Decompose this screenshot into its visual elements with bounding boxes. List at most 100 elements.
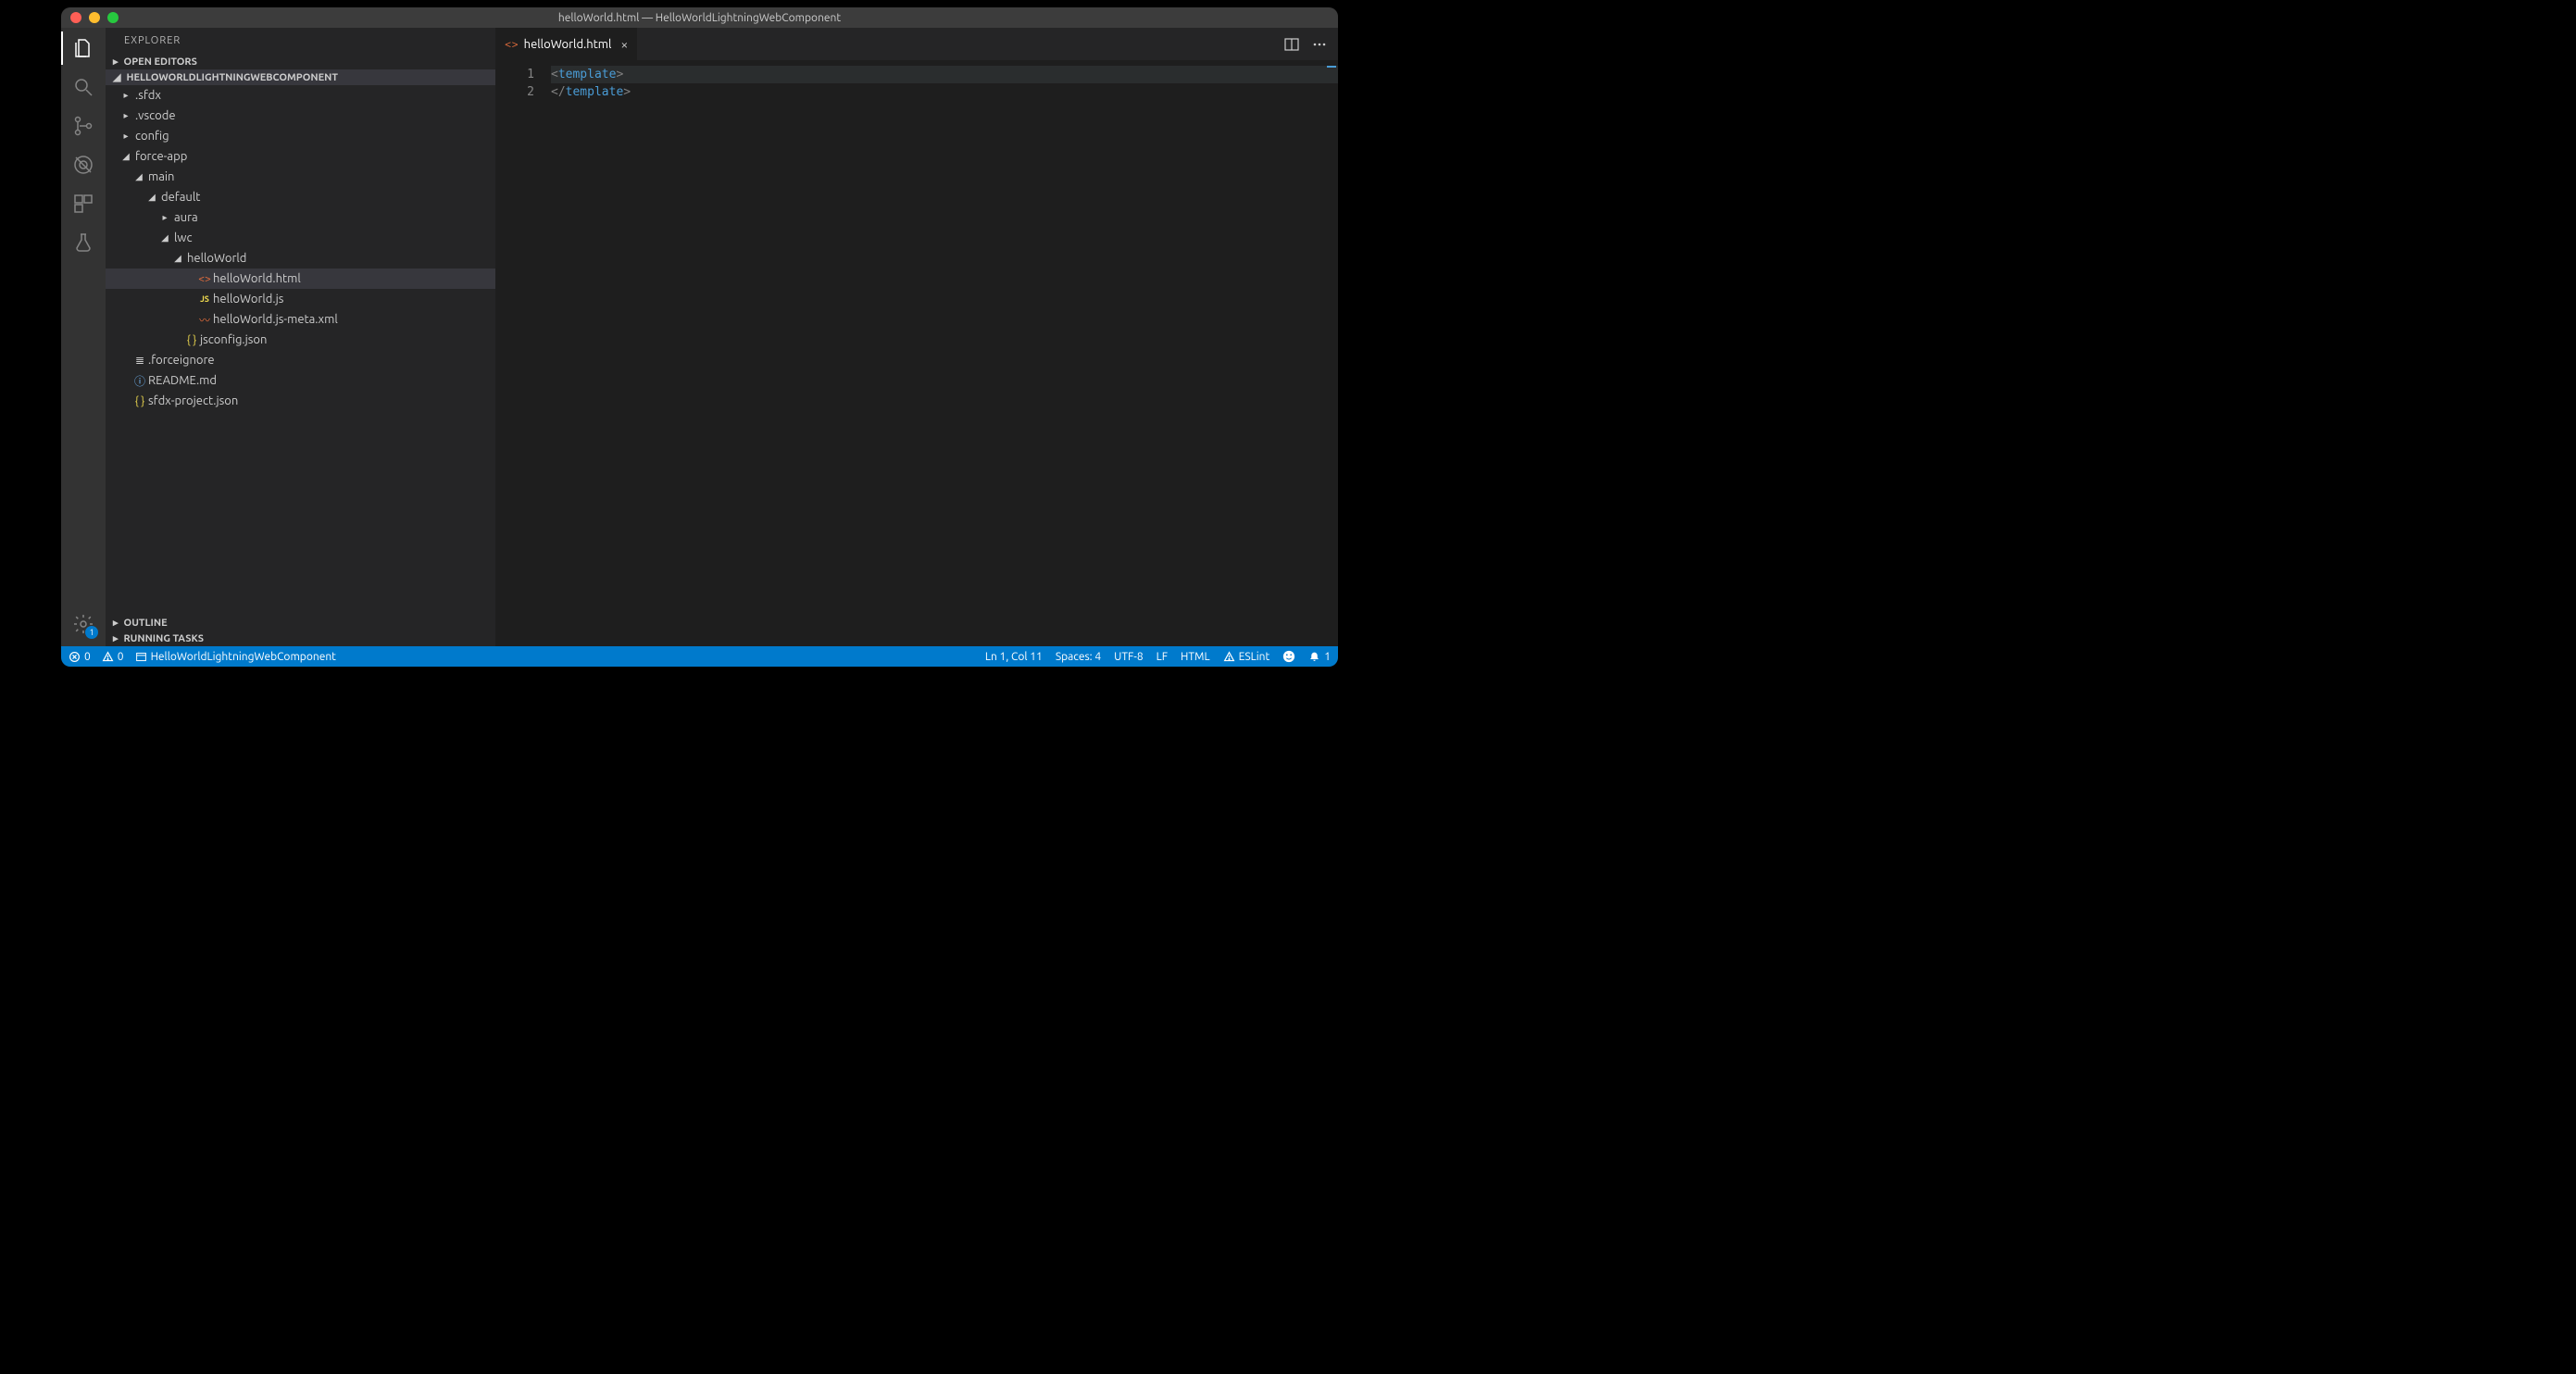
- twisty-icon: ◢: [133, 171, 144, 182]
- status-bar: 0 0 HelloWorldLightningWebComponent Ln 1…: [61, 646, 1338, 667]
- outline-section[interactable]: ▸ OUTLINE: [106, 615, 495, 631]
- editor-group: <> helloWorld.html × 12 <template></temp…: [495, 28, 1338, 646]
- status-feedback-icon[interactable]: [1282, 650, 1295, 663]
- tree-row[interactable]: ≣.forceignore: [106, 350, 495, 370]
- status-project-label: HelloWorldLightningWebComponent: [151, 651, 336, 663]
- tree-row[interactable]: JShelloWorld.js: [106, 289, 495, 309]
- info-file-icon: ⓘ: [131, 373, 148, 389]
- tree-row[interactable]: <>helloWorld.html: [106, 269, 495, 289]
- open-editors-label: OPEN EDITORS: [124, 56, 197, 68]
- workbench-body: 1 EXPLORER ▸ OPEN EDITORS ◢ HELLOWORLDLI…: [61, 28, 1338, 646]
- running-tasks-section[interactable]: ▸ RUNNING TASKS: [106, 631, 495, 646]
- maximize-window-button[interactable]: [107, 12, 119, 23]
- text-file-icon: ≣: [131, 354, 148, 367]
- twisty-icon: ◢: [172, 253, 183, 264]
- editor-tab[interactable]: <> helloWorld.html ×: [495, 28, 637, 60]
- chevron-right-icon: ▸: [113, 632, 119, 644]
- status-warnings[interactable]: 0: [102, 651, 124, 663]
- tree-row[interactable]: ◢ default: [106, 187, 495, 207]
- line-number: 2: [495, 83, 534, 101]
- settings-gear-icon[interactable]: 1: [70, 611, 96, 637]
- tree-row-label: jsconfig.json: [200, 333, 267, 346]
- tree-row[interactable]: ⓘREADME.md: [106, 370, 495, 391]
- status-errors[interactable]: 0: [69, 651, 91, 663]
- tree-row[interactable]: ▸ aura: [106, 207, 495, 228]
- tree-row[interactable]: ▸.vscode: [106, 106, 495, 126]
- tree-row-label: helloWorld.js: [213, 293, 283, 306]
- status-eslint[interactable]: ESLint: [1223, 650, 1270, 663]
- status-encoding[interactable]: UTF-8: [1114, 650, 1143, 663]
- html-file-icon: <>: [196, 273, 213, 285]
- code-lines[interactable]: <template></template>: [551, 66, 1338, 646]
- chevron-right-icon: ▸: [113, 56, 119, 68]
- warnings-count: 0: [118, 651, 124, 663]
- explorer-sidebar: EXPLORER ▸ OPEN EDITORS ◢ HELLOWORLDLIGH…: [106, 28, 495, 646]
- search-view-icon[interactable]: [70, 74, 96, 100]
- chevron-right-icon: ▸: [113, 617, 119, 629]
- xml-file-icon: 〰: [196, 312, 213, 328]
- close-window-button[interactable]: [70, 12, 81, 23]
- editor-tabs: <> helloWorld.html ×: [495, 28, 1338, 60]
- tree-row-label: .forceignore: [148, 354, 215, 367]
- split-editor-icon[interactable]: [1284, 37, 1299, 52]
- status-eol[interactable]: LF: [1157, 650, 1168, 663]
- vscode-window: helloWorld.html — HelloWorldLightningWeb…: [61, 7, 1338, 667]
- debug-view-icon[interactable]: [70, 152, 96, 178]
- tree-row-label: .sfdx: [135, 89, 161, 102]
- explorer-view-icon[interactable]: [70, 35, 96, 61]
- tree-row-label: main: [148, 170, 174, 183]
- tree-row-label: aura: [174, 211, 198, 224]
- js-file-icon: JS: [196, 294, 213, 304]
- tree-row-label: config: [135, 130, 169, 143]
- status-spaces[interactable]: Spaces: 4: [1056, 650, 1101, 663]
- extensions-view-icon[interactable]: [70, 191, 96, 217]
- notifications-count: 1: [1324, 651, 1331, 663]
- tree-row[interactable]: 〰helloWorld.js-meta.xml: [106, 309, 495, 330]
- tree-row[interactable]: ◢ lwc: [106, 228, 495, 248]
- status-notifications[interactable]: 1: [1308, 650, 1331, 663]
- tree-row-label: lwc: [174, 231, 193, 244]
- tree-row[interactable]: ▸.sfdx: [106, 85, 495, 106]
- status-ln-col[interactable]: Ln 1, Col 11: [985, 650, 1043, 663]
- tree-row[interactable]: ◢ force-app: [106, 146, 495, 167]
- titlebar[interactable]: helloWorld.html — HelloWorldLightningWeb…: [61, 7, 1338, 28]
- tree-row[interactable]: ◢ main: [106, 167, 495, 187]
- tree-row[interactable]: ◢ helloWorld: [106, 248, 495, 269]
- source-control-view-icon[interactable]: [70, 113, 96, 139]
- twisty-icon: ◢: [159, 232, 170, 244]
- tree-row-label: README.md: [148, 374, 217, 387]
- chevron-down-icon: ◢: [113, 71, 120, 83]
- twisty-icon: ◢: [120, 151, 131, 162]
- status-project[interactable]: HelloWorldLightningWebComponent: [135, 651, 336, 663]
- close-tab-icon[interactable]: ×: [620, 37, 628, 52]
- minimize-window-button[interactable]: [89, 12, 100, 23]
- window-title: helloWorld.html — HelloWorldLightningWeb…: [61, 12, 1338, 24]
- tree-row-label: helloWorld: [187, 252, 246, 265]
- test-view-icon[interactable]: [70, 230, 96, 256]
- status-language[interactable]: HTML: [1181, 650, 1210, 663]
- tree-row-label: sfdx-project.json: [148, 394, 238, 407]
- code-editor[interactable]: 12 <template></template>: [495, 60, 1338, 646]
- code-line[interactable]: <template>: [551, 66, 1338, 83]
- more-actions-icon[interactable]: [1312, 37, 1327, 52]
- tree-row-label: helloWorld.html: [213, 272, 301, 285]
- project-section-label: HELLOWORLDLIGHTNINGWEBCOMPONENT: [126, 72, 338, 83]
- window-controls: [70, 12, 119, 23]
- tree-row-label: default: [161, 191, 200, 204]
- settings-badge: 1: [85, 626, 98, 639]
- json-file-icon: { }: [183, 334, 200, 346]
- activity-bar: 1: [61, 28, 106, 646]
- outline-label: OUTLINE: [124, 618, 168, 629]
- tree-row-label: force-app: [135, 150, 187, 163]
- tree-row[interactable]: { }sfdx-project.json: [106, 391, 495, 411]
- minimap[interactable]: [1319, 60, 1338, 116]
- tree-row[interactable]: ▸config: [106, 126, 495, 146]
- twisty-icon: ▸: [159, 212, 170, 223]
- tree-row[interactable]: { }jsconfig.json: [106, 330, 495, 350]
- open-editors-section[interactable]: ▸ OPEN EDITORS: [106, 54, 495, 69]
- errors-count: 0: [84, 651, 91, 663]
- project-section-header[interactable]: ◢ HELLOWORLDLIGHTNINGWEBCOMPONENT: [106, 69, 495, 85]
- code-line[interactable]: </template>: [551, 83, 1338, 101]
- twisty-icon: ◢: [146, 192, 157, 203]
- twisty-icon: ▸: [120, 110, 131, 121]
